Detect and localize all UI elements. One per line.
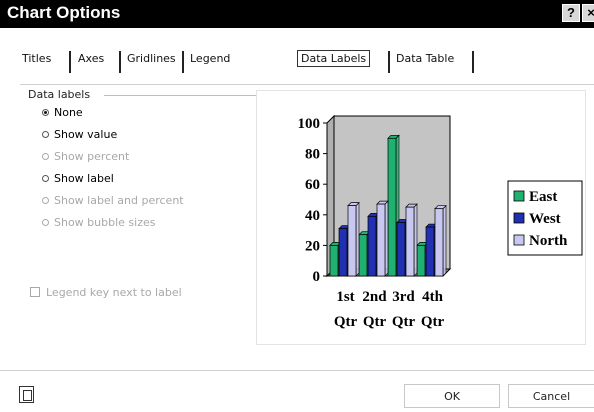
y-tick-label: 40 [305,208,320,224]
tab-data-table[interactable]: Data Table [396,45,454,73]
radio-label: Show label [54,172,114,185]
legend-swatch-east [513,190,525,202]
cancel-button[interactable]: Cancel [508,384,594,408]
tab-separator [69,51,71,73]
y-tick-label: 0 [313,269,321,285]
radio-icon [42,152,49,160]
tab-separator [182,51,184,73]
bar-east-1 [358,234,368,277]
tab-label: Legend [190,52,231,65]
group-title: Data labels [28,88,91,101]
x-tick-label: Qtr [334,314,358,330]
help-button[interactable]: ? [562,4,580,22]
radio-show-label[interactable]: Show label [42,171,114,187]
radio-label: None [54,106,83,119]
x-tick-label: 2nd [362,289,387,305]
help-book-icon [23,390,32,401]
tab-strip: Titles Axes Gridlines Legend Data Labels… [22,45,582,75]
legend-key-checkbox[interactable]: Legend key next to label [30,286,182,299]
chart-preview: 0 20 40 60 80 100 1st Qtr 2nd Qtr 3rd Qtr 4th Qtr East… [256,90,586,345]
bar-west-1 [367,215,377,277]
tab-legend[interactable]: Legend [190,45,230,73]
bar-east-2 [387,137,397,277]
radio-label: Show label and percent [54,194,184,207]
radio-icon [42,174,49,182]
legend-swatch-west [513,212,525,224]
tab-axes[interactable]: Axes [78,45,104,73]
radio-show-bubble-sizes[interactable]: Show bubble sizes [42,215,155,231]
radio-none[interactable]: None [42,105,83,121]
x-tick-label: Qtr [363,314,387,330]
chart-svg: 0204060801001stQtr2ndQtr3rdQtr4thQtrEast… [298,114,583,330]
legend-label-north: North [529,233,568,249]
radio-selected-icon [42,108,49,116]
bar-west-2 [396,222,406,277]
bar-north-1 [376,203,386,277]
ok-button[interactable]: OK [404,384,500,408]
y-tick-label: 60 [305,177,320,193]
radio-icon [42,130,49,138]
bar-side [413,203,418,277]
checkbox-icon [30,287,40,297]
tab-separator [472,51,474,73]
bar-north-2 [405,206,415,277]
bar-west-0 [338,228,348,277]
bar-north-0 [347,205,357,277]
tab-titles[interactable]: Titles [22,45,51,73]
bar-east-0 [329,245,339,277]
radio-label: Show bubble sizes [54,216,156,229]
legend-label-east: East [529,189,557,205]
help-icon-button[interactable] [19,386,34,403]
radio-show-value[interactable]: Show value [42,127,117,143]
dialog-title: Chart Options [7,3,121,22]
radio-show-percent[interactable]: Show percent [42,149,129,165]
legend-swatch-north [513,234,525,246]
tab-label: Gridlines [127,52,176,65]
radio-label: Show value [54,128,118,141]
footer-divider [0,370,594,371]
tab-label: Axes [78,52,105,65]
y-tick-label: 20 [305,238,320,254]
bar-side [384,200,389,277]
radio-icon [42,218,49,226]
x-tick-label: 1st [336,289,354,305]
legend-label-west: West [529,211,561,227]
bar-side [442,204,447,277]
tab-label: Data Labels [297,50,371,67]
tab-separator [388,51,390,73]
bar-side [355,201,360,277]
x-tick-label: 3rd [392,289,415,305]
title-bar[interactable]: Chart Options ? × [0,0,594,28]
close-button[interactable]: × [582,4,594,22]
tab-separator [119,51,121,73]
bar-west-3 [425,226,435,277]
radio-show-label-and-percent[interactable]: Show label and percent [42,193,184,209]
radio-icon [42,196,49,204]
radio-label: Show percent [54,150,130,163]
y-tick-label: 100 [298,116,321,132]
y-tick-label: 80 [305,147,320,163]
tab-label: Titles [22,52,52,65]
bar-east-3 [416,245,426,277]
x-tick-label: Qtr [421,314,445,330]
tab-panel-border [20,84,594,85]
x-tick-label: 4th [422,289,443,305]
tab-gridlines[interactable]: Gridlines [127,45,176,73]
checkbox-label: Legend key next to label [46,286,182,299]
tab-data-labels[interactable]: Data Labels [297,45,371,73]
bar-north-3 [434,208,444,277]
chart-options-dialog: Chart Options ? × Titles Axes Gridlines … [0,0,594,412]
tab-label: Data Table [396,52,455,65]
x-tick-label: Qtr [392,314,416,330]
group-divider [104,95,276,96]
